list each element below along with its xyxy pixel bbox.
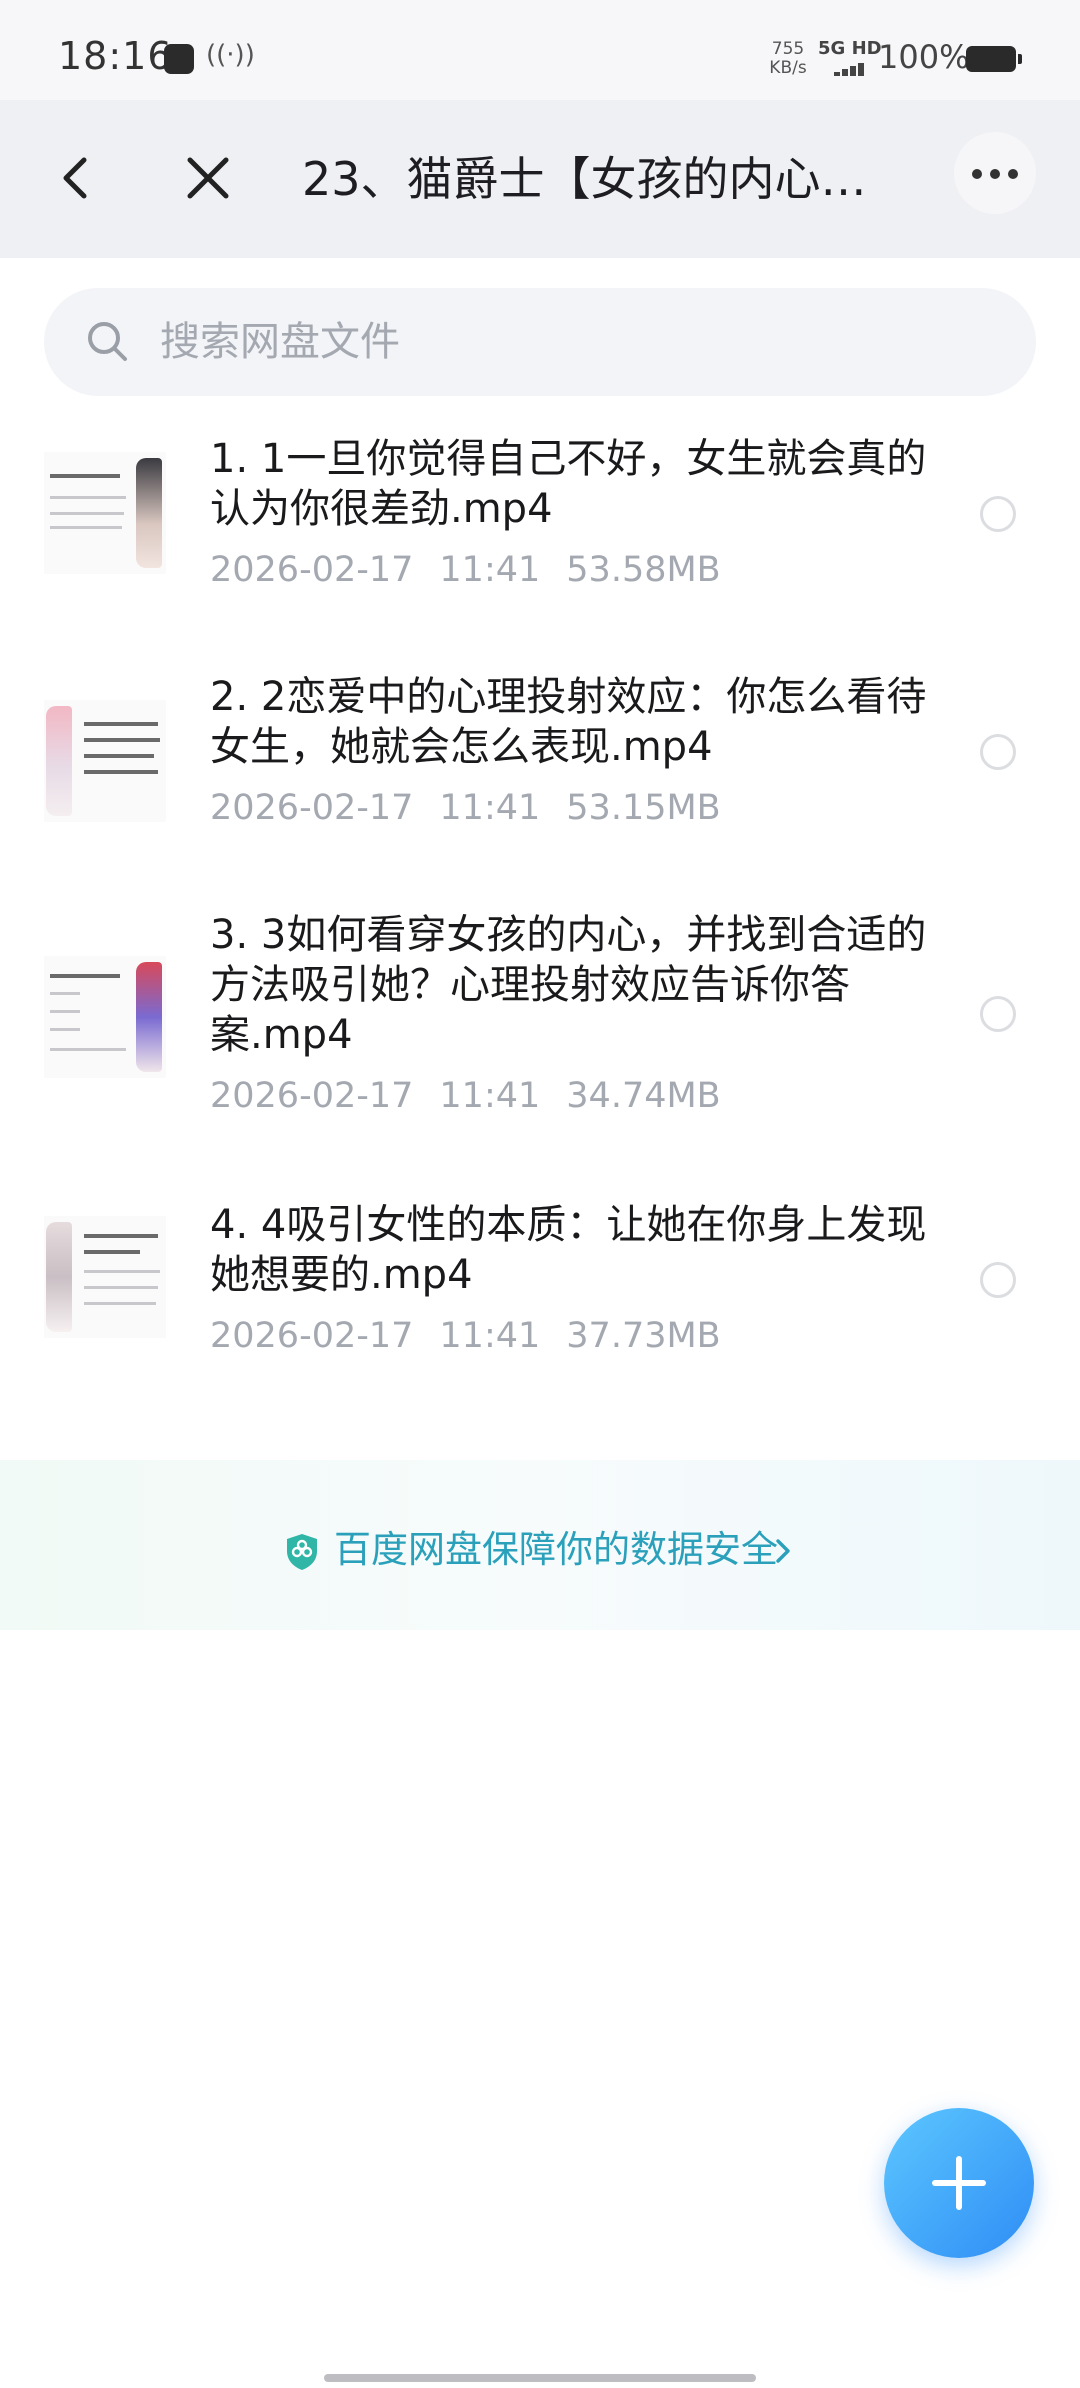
hotspot-icon: ((·)) — [206, 40, 255, 70]
close-icon — [187, 157, 229, 199]
app-notification-icon — [164, 44, 194, 74]
file-date: 2026-02-17 — [210, 1316, 414, 1356]
video-thumbnail — [44, 956, 166, 1078]
network-speed-value: 755 — [771, 39, 805, 59]
file-meta: 2026-02-17 11:41 53.15MB — [210, 788, 747, 828]
chevron-right-icon — [776, 1539, 790, 1563]
add-button[interactable] — [884, 2108, 1034, 2258]
video-thumbnail — [44, 1216, 166, 1338]
signal-icon — [820, 62, 868, 76]
close-button[interactable] — [176, 146, 240, 210]
network-type: 5G HD — [818, 38, 882, 59]
file-date: 2026-02-17 — [210, 1076, 414, 1116]
file-meta: 2026-02-17 11:41 34.74MB — [210, 1076, 747, 1116]
status-time: 18:16 — [58, 34, 173, 78]
file-name: 3. 3如何看穿女孩的内心，并找到合适的方法吸引她？心理投射效应告诉你答案.mp… — [210, 912, 927, 1058]
home-indicator[interactable] — [324, 2374, 756, 2382]
file-date: 2026-02-17 — [210, 550, 414, 590]
battery-percent: 100% — [878, 38, 970, 76]
top-nav-bar: 23、猫爵士【女孩的内心… — [0, 100, 1080, 258]
back-button[interactable] — [46, 148, 106, 208]
file-time: 11:41 — [439, 1076, 541, 1116]
file-size: 34.74MB — [566, 1076, 721, 1116]
file-date: 2026-02-17 — [210, 788, 414, 828]
battery-icon — [966, 46, 1022, 72]
file-name: 1. 1一旦你觉得自己不好，女生就会真的认为你很差劲.mp4 — [210, 436, 927, 532]
select-checkbox[interactable] — [980, 734, 1016, 770]
search-input[interactable]: 搜索网盘文件 — [44, 288, 1036, 396]
network-speed: 755 KB/s — [768, 40, 808, 78]
plus-icon — [932, 2156, 986, 2210]
file-size: 53.58MB — [566, 550, 721, 590]
file-time: 11:41 — [439, 1316, 541, 1356]
file-meta: 2026-02-17 11:41 37.73MB — [210, 1316, 747, 1356]
shield-icon — [287, 1534, 317, 1570]
security-banner[interactable]: 百度网盘保障你的数据安全 — [0, 1460, 1080, 1630]
file-time: 11:41 — [439, 788, 541, 828]
file-name: 4. 4吸引女性的本质：让她在你身上发现她想要的.mp4 — [210, 1202, 927, 1298]
select-checkbox[interactable] — [980, 996, 1016, 1032]
file-size: 53.15MB — [566, 788, 721, 828]
file-meta: 2026-02-17 11:41 53.58MB — [210, 550, 747, 590]
file-time: 11:41 — [439, 550, 541, 590]
more-dots-icon — [972, 169, 982, 179]
file-name: 2. 2恋爱中的心理投射效应：你怎么看待女生，她就会怎么表现.mp4 — [210, 674, 927, 770]
back-arrow-icon — [63, 157, 87, 199]
network-speed-unit: KB/s — [769, 58, 807, 78]
file-size: 37.73MB — [566, 1316, 721, 1356]
status-bar: 18:16 ((·)) 755 KB/s 5G HD 100% — [0, 0, 1080, 100]
search-placeholder: 搜索网盘文件 — [160, 319, 400, 365]
security-banner-text: 百度网盘保障你的数据安全 — [334, 1528, 778, 1571]
video-thumbnail — [44, 700, 166, 822]
search-icon — [88, 322, 127, 361]
page-title: 23、猫爵士【女孩的内心… — [302, 152, 867, 206]
select-checkbox[interactable] — [980, 1262, 1016, 1298]
video-thumbnail — [44, 452, 166, 574]
select-checkbox[interactable] — [980, 496, 1016, 532]
more-options-button[interactable] — [954, 132, 1036, 214]
